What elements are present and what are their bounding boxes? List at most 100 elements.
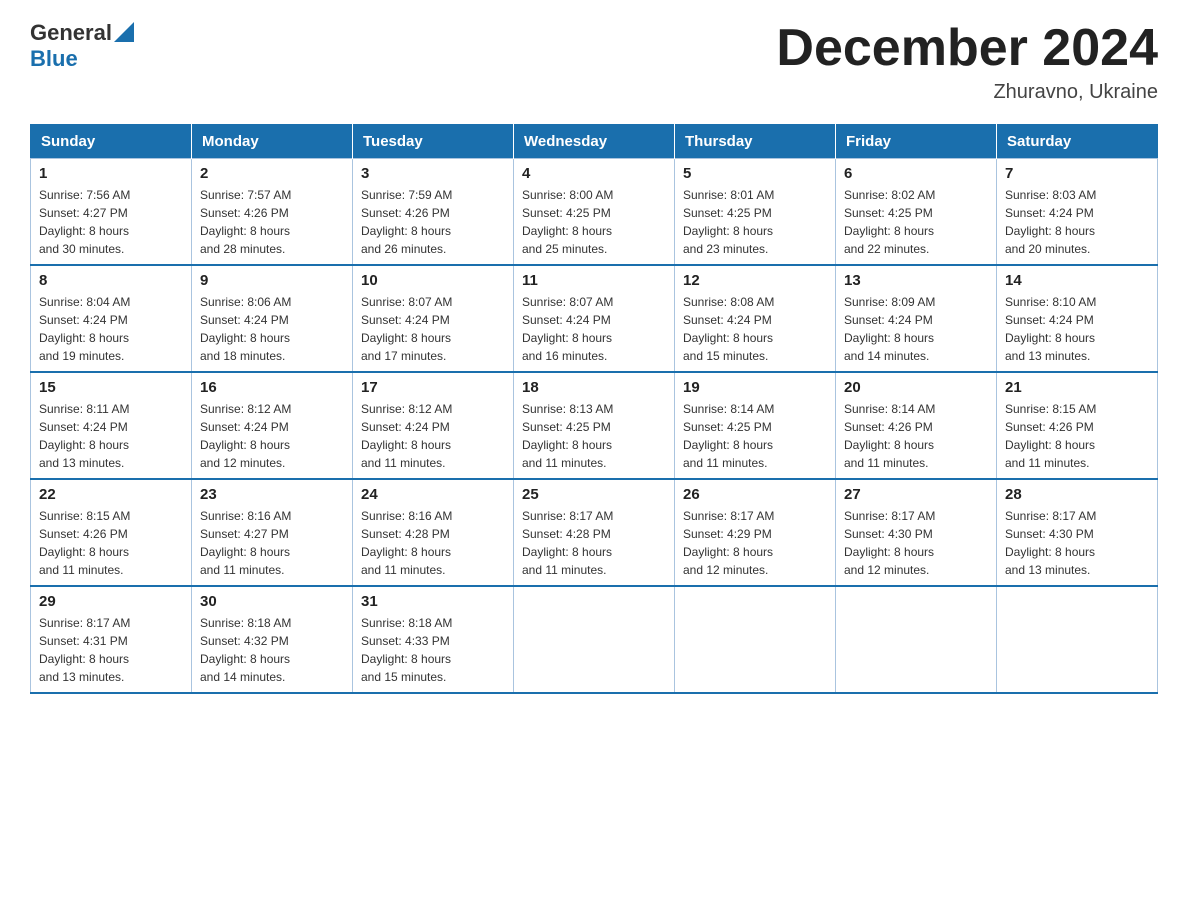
table-row: 21 Sunrise: 8:15 AMSunset: 4:26 PMDayligh… bbox=[997, 372, 1158, 479]
day-number: 24 bbox=[361, 486, 505, 503]
day-info: Sunrise: 8:06 AMSunset: 4:24 PMDaylight:… bbox=[200, 293, 344, 365]
day-info: Sunrise: 8:14 AMSunset: 4:25 PMDaylight:… bbox=[683, 400, 827, 472]
day-info: Sunrise: 8:03 AMSunset: 4:24 PMDaylight:… bbox=[1005, 186, 1149, 258]
day-info: Sunrise: 8:14 AMSunset: 4:26 PMDaylight:… bbox=[844, 400, 988, 472]
day-info: Sunrise: 8:04 AMSunset: 4:24 PMDaylight:… bbox=[39, 293, 183, 365]
day-number: 13 bbox=[844, 272, 988, 289]
table-row: 9 Sunrise: 8:06 AMSunset: 4:24 PMDaylight… bbox=[192, 265, 353, 372]
day-number: 19 bbox=[683, 379, 827, 396]
day-info: Sunrise: 8:07 AMSunset: 4:24 PMDaylight:… bbox=[522, 293, 666, 365]
day-number: 22 bbox=[39, 486, 183, 503]
day-number: 17 bbox=[361, 379, 505, 396]
table-row: 24Sunrise: 8:16 AMSunset: 4:28 PMDayligh… bbox=[353, 479, 514, 586]
table-row: 13 Sunrise: 8:09 AMSunset: 4:24 PMDayligh… bbox=[836, 265, 997, 372]
day-number: 7 bbox=[1005, 165, 1149, 182]
page-header: General Blue December 2024 Zhuravno, Ukr… bbox=[30, 20, 1158, 104]
table-row: 1Sunrise: 7:56 AMSunset: 4:27 PMDaylight… bbox=[31, 159, 192, 266]
day-info: Sunrise: 8:15 AMSunset: 4:26 PMDaylight:… bbox=[1005, 400, 1149, 472]
table-row: 2 Sunrise: 7:57 AMSunset: 4:26 PMDaylight… bbox=[192, 159, 353, 266]
day-info: Sunrise: 8:12 AMSunset: 4:24 PMDaylight:… bbox=[361, 400, 505, 472]
table-row: 8 Sunrise: 8:04 AMSunset: 4:24 PMDaylight… bbox=[31, 265, 192, 372]
day-info: Sunrise: 8:17 AMSunset: 4:30 PMDaylight:… bbox=[1005, 507, 1149, 579]
table-row: 6 Sunrise: 8:02 AMSunset: 4:25 PMDaylight… bbox=[836, 159, 997, 266]
col-tuesday: Tuesday bbox=[353, 125, 514, 159]
table-row: 17 Sunrise: 8:12 AMSunset: 4:24 PMDayligh… bbox=[353, 372, 514, 479]
day-info: Sunrise: 8:18 AMSunset: 4:32 PMDaylight:… bbox=[200, 614, 344, 686]
table-row: 31 Sunrise: 8:18 AMSunset: 4:33 PMDayligh… bbox=[353, 586, 514, 693]
day-info: Sunrise: 8:02 AMSunset: 4:25 PMDaylight:… bbox=[844, 186, 988, 258]
table-row: 23 Sunrise: 8:16 AMSunset: 4:27 PMDayligh… bbox=[192, 479, 353, 586]
table-row: 5 Sunrise: 8:01 AMSunset: 4:25 PMDaylight… bbox=[675, 159, 836, 266]
day-number: 10 bbox=[361, 272, 505, 289]
table-row: 11Sunrise: 8:07 AMSunset: 4:24 PMDayligh… bbox=[514, 265, 675, 372]
day-info: Sunrise: 8:17 AMSunset: 4:30 PMDaylight:… bbox=[844, 507, 988, 579]
day-number: 9 bbox=[200, 272, 344, 289]
day-number: 21 bbox=[1005, 379, 1149, 396]
day-info: Sunrise: 8:10 AMSunset: 4:24 PMDaylight:… bbox=[1005, 293, 1149, 365]
col-sunday: Sunday bbox=[31, 125, 192, 159]
calendar-header: Sunday Monday Tuesday Wednesday Thursday… bbox=[31, 125, 1158, 159]
table-row: 7 Sunrise: 8:03 AMSunset: 4:24 PMDaylight… bbox=[997, 159, 1158, 266]
day-number: 27 bbox=[844, 486, 988, 503]
day-info: Sunrise: 8:17 AMSunset: 4:28 PMDaylight:… bbox=[522, 507, 666, 579]
logo-blue-text: Blue bbox=[30, 46, 78, 71]
day-info: Sunrise: 8:17 AMSunset: 4:31 PMDaylight:… bbox=[39, 614, 183, 686]
table-row: 3 Sunrise: 7:59 AMSunset: 4:26 PMDaylight… bbox=[353, 159, 514, 266]
day-number: 18 bbox=[522, 379, 666, 396]
day-number: 16 bbox=[200, 379, 344, 396]
table-row bbox=[675, 586, 836, 693]
day-number: 3 bbox=[361, 165, 505, 182]
col-friday: Friday bbox=[836, 125, 997, 159]
table-row bbox=[997, 586, 1158, 693]
title-area: December 2024 Zhuravno, Ukraine bbox=[776, 20, 1158, 104]
table-row bbox=[514, 586, 675, 693]
col-monday: Monday bbox=[192, 125, 353, 159]
day-number: 29 bbox=[39, 593, 183, 610]
day-info: Sunrise: 7:56 AMSunset: 4:27 PMDaylight:… bbox=[39, 186, 183, 258]
calendar-body: 1Sunrise: 7:56 AMSunset: 4:27 PMDaylight… bbox=[31, 159, 1158, 694]
day-number: 20 bbox=[844, 379, 988, 396]
day-info: Sunrise: 8:18 AMSunset: 4:33 PMDaylight:… bbox=[361, 614, 505, 686]
day-number: 14 bbox=[1005, 272, 1149, 289]
table-row: 25Sunrise: 8:17 AMSunset: 4:28 PMDayligh… bbox=[514, 479, 675, 586]
calendar-week-row: 1Sunrise: 7:56 AMSunset: 4:27 PMDaylight… bbox=[31, 159, 1158, 266]
table-row: 20 Sunrise: 8:14 AMSunset: 4:26 PMDayligh… bbox=[836, 372, 997, 479]
day-number: 31 bbox=[361, 593, 505, 610]
day-info: Sunrise: 7:59 AMSunset: 4:26 PMDaylight:… bbox=[361, 186, 505, 258]
calendar-week-row: 8 Sunrise: 8:04 AMSunset: 4:24 PMDaylight… bbox=[31, 265, 1158, 372]
day-info: Sunrise: 8:08 AMSunset: 4:24 PMDaylight:… bbox=[683, 293, 827, 365]
day-number: 2 bbox=[200, 165, 344, 182]
day-number: 23 bbox=[200, 486, 344, 503]
table-row: 19 Sunrise: 8:14 AMSunset: 4:25 PMDayligh… bbox=[675, 372, 836, 479]
col-saturday: Saturday bbox=[997, 125, 1158, 159]
day-number: 12 bbox=[683, 272, 827, 289]
table-row: 16 Sunrise: 8:12 AMSunset: 4:24 PMDayligh… bbox=[192, 372, 353, 479]
location-subtitle: Zhuravno, Ukraine bbox=[776, 81, 1158, 104]
day-number: 8 bbox=[39, 272, 183, 289]
day-info: Sunrise: 7:57 AMSunset: 4:26 PMDaylight:… bbox=[200, 186, 344, 258]
table-row: 4Sunrise: 8:00 AMSunset: 4:25 PMDaylight… bbox=[514, 159, 675, 266]
day-info: Sunrise: 8:16 AMSunset: 4:27 PMDaylight:… bbox=[200, 507, 344, 579]
day-info: Sunrise: 8:00 AMSunset: 4:25 PMDaylight:… bbox=[522, 186, 666, 258]
day-info: Sunrise: 8:07 AMSunset: 4:24 PMDaylight:… bbox=[361, 293, 505, 365]
day-number: 6 bbox=[844, 165, 988, 182]
day-info: Sunrise: 8:01 AMSunset: 4:25 PMDaylight:… bbox=[683, 186, 827, 258]
table-row bbox=[836, 586, 997, 693]
calendar-week-row: 15 Sunrise: 8:11 AMSunset: 4:24 PMDayligh… bbox=[31, 372, 1158, 479]
day-number: 15 bbox=[39, 379, 183, 396]
day-info: Sunrise: 8:11 AMSunset: 4:24 PMDaylight:… bbox=[39, 400, 183, 472]
logo-general-text: General bbox=[30, 20, 112, 46]
table-row: 29 Sunrise: 8:17 AMSunset: 4:31 PMDayligh… bbox=[31, 586, 192, 693]
logo: General Blue bbox=[30, 20, 134, 72]
calendar-table: Sunday Monday Tuesday Wednesday Thursday… bbox=[30, 124, 1158, 694]
day-number: 5 bbox=[683, 165, 827, 182]
day-info: Sunrise: 8:12 AMSunset: 4:24 PMDaylight:… bbox=[200, 400, 344, 472]
day-info: Sunrise: 8:09 AMSunset: 4:24 PMDaylight:… bbox=[844, 293, 988, 365]
table-row: 30Sunrise: 8:18 AMSunset: 4:32 PMDayligh… bbox=[192, 586, 353, 693]
table-row: 22 Sunrise: 8:15 AMSunset: 4:26 PMDayligh… bbox=[31, 479, 192, 586]
calendar-week-row: 22 Sunrise: 8:15 AMSunset: 4:26 PMDayligh… bbox=[31, 479, 1158, 586]
logo-triangle-icon bbox=[114, 22, 134, 42]
day-number: 28 bbox=[1005, 486, 1149, 503]
table-row: 26Sunrise: 8:17 AMSunset: 4:29 PMDayligh… bbox=[675, 479, 836, 586]
day-info: Sunrise: 8:15 AMSunset: 4:26 PMDaylight:… bbox=[39, 507, 183, 579]
